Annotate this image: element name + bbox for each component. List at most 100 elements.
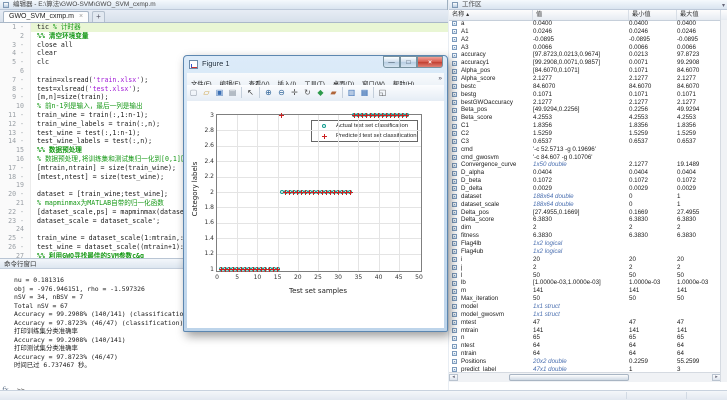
workspace-row[interactable]: mtrain141141141 <box>449 327 721 335</box>
workspace-row[interactable]: C30.65370.65370.6537 <box>449 138 721 146</box>
rotate-3d-icon[interactable]: ↻ <box>302 87 313 98</box>
workspace-row[interactable]: a0.04000.04000.0400 <box>449 20 721 28</box>
close-button[interactable]: × <box>417 56 443 68</box>
workspace-row[interactable]: j222 <box>449 264 721 272</box>
workspace-row[interactable]: model1x1 struct <box>449 303 721 311</box>
code-line[interactable]: 1 -tic % 计时器 <box>0 23 448 32</box>
scroll-left-icon[interactable]: ◂ <box>449 374 458 381</box>
zoom-out-icon[interactable]: ⊖ <box>276 87 287 98</box>
workspace-row[interactable]: n656565 <box>449 334 721 342</box>
plot-axes[interactable]: Actual test set classificationPredicted … <box>216 114 422 272</box>
y-tick-label: 3 <box>200 112 214 119</box>
variable-min: 0.0066 <box>629 44 675 52</box>
workspace-row[interactable]: dataset_scale188x64 double01 <box>449 201 721 209</box>
workspace-row[interactable]: ntest646464 <box>449 342 721 350</box>
cursor-arrow-icon[interactable]: ↖ <box>245 87 256 98</box>
y-tick-label: 2 <box>200 189 214 196</box>
variable-max: 2 <box>677 224 721 232</box>
data-cursor-icon[interactable]: ◆ <box>315 87 326 98</box>
workspace-row[interactable]: lb[1.0000e-03,1.0000e-03]1.0000e-031.000… <box>449 279 721 287</box>
variable-value: 0.0066 <box>533 44 627 52</box>
workspace-row[interactable]: A10.02460.02460.0246 <box>449 28 721 36</box>
workspace-row[interactable]: C11.83561.83561.8356 <box>449 122 721 130</box>
workspace-row[interactable]: Delta_score6.38306.38306.3830 <box>449 216 721 224</box>
menu-overflow-icon[interactable]: » <box>438 73 442 85</box>
command-output-line: 打印测试集分类准确率 <box>14 344 440 353</box>
tab-gwo-svm-file[interactable]: GWO_SVM_cxmp.m× <box>3 11 89 22</box>
workspace-row[interactable]: Convergence_curve1x50 double2.127719.148… <box>449 161 721 169</box>
workspace-row[interactable]: bestc84.607084.607084.6070 <box>449 83 721 91</box>
column-header-min[interactable]: 最小值 <box>629 10 677 20</box>
scatter-point-predicted <box>275 267 280 272</box>
pan-hand-icon[interactable]: ✛ <box>289 87 300 98</box>
workspace-row[interactable]: D_delta0.00290.00290.0029 <box>449 185 721 193</box>
workspace-row[interactable]: cmd_gwosvm'-c 84.607 -g 0.10706' <box>449 154 721 162</box>
variable-max: 84.6070 <box>677 67 721 75</box>
workspace-row[interactable]: ntrain646464 <box>449 350 721 358</box>
workspace-row[interactable]: C21.52591.52591.5259 <box>449 130 721 138</box>
workspace-row[interactable]: Flag4ub1x2 logical <box>449 248 721 256</box>
scrollbar-thumb[interactable] <box>509 374 629 381</box>
workspace-row[interactable]: dataset188x64 double01 <box>449 193 721 201</box>
workspace-row[interactable]: mtest474747 <box>449 319 721 327</box>
save-icon[interactable]: ▣ <box>214 87 225 98</box>
workspace-row[interactable]: accuracy[97.8723,0.0213,0.9674]0.021397.… <box>449 51 721 59</box>
workspace-row[interactable]: A2-0.0895-0.0895-0.0895 <box>449 36 721 44</box>
variable-value: 6.3830 <box>533 232 627 240</box>
workspace-row[interactable]: D_alpha0.04040.04040.0404 <box>449 169 721 177</box>
brush-data-icon[interactable]: ▰ <box>328 87 339 98</box>
workspace-horizontal-scrollbar[interactable]: ◂ ▸ <box>449 372 721 382</box>
workspace-row[interactable]: fitness6.38306.38306.3830 <box>449 232 721 240</box>
workspace-row[interactable]: Beta_pos[49.9294,0.2256]0.225649.9294 <box>449 106 721 114</box>
cross-stroke <box>261 267 262 272</box>
workspace-row[interactable]: cmd'-c 52.5713 -g 0.19696' <box>449 146 721 154</box>
column-header-max[interactable]: 最大值 <box>677 10 721 20</box>
print-icon[interactable]: ▤ <box>227 87 238 98</box>
x-tick-label: 30 <box>330 274 346 281</box>
code-line[interactable]: 2%% 清空环境变量 <box>0 32 448 41</box>
workspace-row[interactable]: bestGWOaccuracy2.12772.12772.1277 <box>449 99 721 107</box>
zoom-in-icon[interactable]: ⊕ <box>263 87 274 98</box>
workspace-row[interactable]: Delta_pos[27.4955,0.1669]0.166927.4955 <box>449 209 721 217</box>
workspace-row[interactable]: i202020 <box>449 256 721 264</box>
workspace-row[interactable]: D_beta0.10720.10720.1072 <box>449 177 721 185</box>
open-file-icon[interactable]: ▱ <box>201 87 212 98</box>
tab-close-icon[interactable]: × <box>79 13 83 20</box>
workspace-row[interactable]: Alpha_score2.12772.12772.1277 <box>449 75 721 83</box>
workspace-row[interactable]: Flag4lb1x2 logical <box>449 240 721 248</box>
workspace-row[interactable]: Positions20x2 double0.225955.2599 <box>449 358 721 366</box>
variable-name: accuracy <box>461 51 531 59</box>
workspace-row[interactable]: dim222 <box>449 224 721 232</box>
workspace-row[interactable]: model_gwosvm1x1 struct <box>449 311 721 319</box>
workspace-row[interactable]: Max_iteration505050 <box>449 295 721 303</box>
column-header-value[interactable]: 值 <box>533 10 629 20</box>
workspace-row[interactable]: accuracy1[99.2908,0.0071,0.9857]0.007199… <box>449 59 721 67</box>
workspace-row[interactable]: Alpha_pos[84.6070,0.1071]0.107184.6070 <box>449 67 721 75</box>
variable-name: a <box>461 20 531 28</box>
line-number: 14 - <box>0 137 31 146</box>
workspace-row[interactable]: A30.00660.00660.0066 <box>449 44 721 52</box>
workspace-vertical-scrollbar[interactable] <box>720 20 727 382</box>
toolbar-separator <box>259 87 260 98</box>
workspace-row[interactable]: l505050 <box>449 272 721 280</box>
variable-max: 55.2599 <box>677 358 721 366</box>
maximize-button[interactable]: □ <box>400 56 417 68</box>
column-header-name[interactable]: 名称 ▴ <box>449 10 533 20</box>
new-figure-icon[interactable]: ▢ <box>188 87 199 98</box>
code-line[interactable]: 3 -close all <box>0 41 448 50</box>
variable-min: 141 <box>629 287 675 295</box>
command-prompt-row[interactable]: fx >> <box>2 379 25 388</box>
figure-titlebar[interactable]: Figure 1 —□× <box>184 56 447 73</box>
workspace-row[interactable]: bestg0.10710.10710.1071 <box>449 91 721 99</box>
workspace-row[interactable]: m141141141 <box>449 287 721 295</box>
insert-legend-icon[interactable]: ▦ <box>359 87 370 98</box>
dock-figure-icon[interactable]: ◱ <box>377 87 388 98</box>
insert-colorbar-icon[interactable]: ▥ <box>346 87 357 98</box>
workspace-menu-icon[interactable]: ▾ <box>722 1 725 10</box>
minimize-button[interactable]: — <box>383 56 400 68</box>
cross-stroke <box>342 190 343 195</box>
workspace-row[interactable]: Beta_score4.25534.25534.2553 <box>449 114 721 122</box>
variable-value: 2.1277 <box>533 99 627 107</box>
variable-name: Delta_score <box>461 216 531 224</box>
new-tab-button[interactable]: + <box>92 11 105 22</box>
